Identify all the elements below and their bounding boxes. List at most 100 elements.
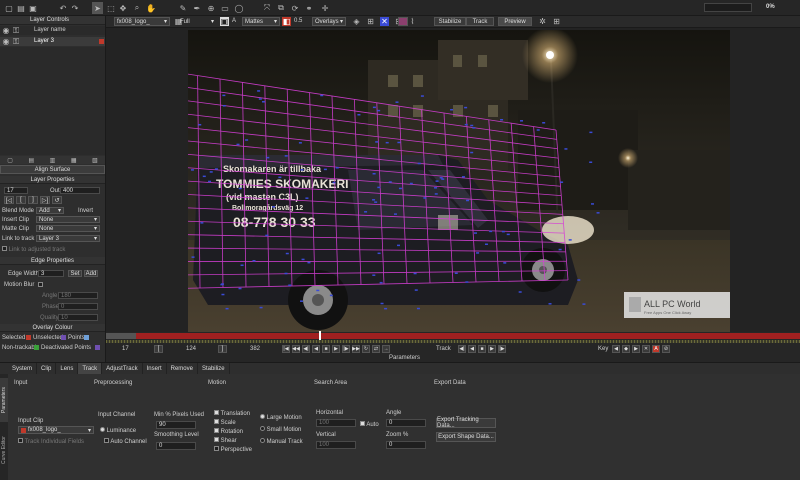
motion-blur-check[interactable] — [38, 282, 43, 287]
zoom-dropdown[interactable]: Full ▾ — [178, 17, 216, 26]
group-layer-icon[interactable]: ▥ — [42, 156, 62, 164]
spline-toggle-icon[interactable]: ⌇ — [408, 17, 417, 26]
set-in-icon[interactable]: [◁ — [4, 196, 14, 204]
tab-insert[interactable]: Insert — [143, 363, 167, 374]
set-out-icon[interactable]: ▷] — [40, 196, 50, 204]
small-motion-option[interactable]: Small Motion — [260, 426, 301, 433]
bounce-icon[interactable]: ⇄ — [372, 345, 380, 353]
pointer-tool-icon[interactable]: ➤ — [92, 2, 103, 14]
tab-stabilize[interactable]: Stabilize — [198, 363, 230, 374]
manual-track-option[interactable]: Manual Track — [260, 438, 303, 445]
delete-keyframe-icon[interactable]: ✕ — [642, 345, 650, 353]
layer-color-swatch[interactable] — [99, 39, 104, 44]
zoom-tool-icon[interactable]: ⌕ — [132, 3, 142, 13]
large-motion-radio[interactable] — [260, 414, 265, 419]
pan-tool-icon[interactable]: ✋ — [146, 3, 156, 13]
shear-option[interactable]: Shear — [214, 437, 237, 444]
track-individual-check[interactable] — [18, 438, 23, 443]
layer-row[interactable]: ◉ ⚿ Layer 3 — [0, 37, 105, 46]
deactivated-swatch[interactable] — [95, 345, 100, 350]
min-pixels-field[interactable]: 90 — [156, 421, 196, 429]
blur-phase-field[interactable]: 0 — [58, 303, 98, 310]
merge-layer-icon[interactable]: ▦ — [64, 156, 84, 164]
in-point-field[interactable]: 17 — [4, 187, 28, 194]
track-individual-checkbox[interactable]: Track Individual Fields — [18, 438, 84, 445]
current-frame[interactable]: 124 — [186, 346, 196, 352]
zoom-field[interactable]: 0 — [386, 441, 426, 449]
unselected-swatch[interactable] — [61, 335, 66, 340]
translation-option[interactable]: Translation — [214, 410, 250, 417]
small-motion-radio[interactable] — [260, 426, 265, 431]
edge-width-field[interactable]: 3 — [38, 270, 64, 277]
link-adjusted-check[interactable] — [2, 246, 7, 251]
go-start-icon[interactable]: |◀ — [282, 345, 290, 353]
stop-icon[interactable]: ■ — [322, 345, 330, 353]
tab-curve-editor[interactable]: Curve Editor — [0, 426, 8, 474]
settings-grid-icon[interactable]: ⊞ — [552, 17, 561, 26]
open-icon[interactable]: ▤ — [16, 3, 26, 13]
rectangle-tool-icon[interactable]: ▭ — [220, 3, 230, 13]
duplicate-layer-icon[interactable]: ▤ — [21, 156, 41, 164]
add-point-icon[interactable]: ⊕ — [206, 3, 216, 13]
grid-toggle-icon[interactable]: ⊞ — [366, 17, 375, 26]
timeline-track[interactable] — [106, 331, 800, 341]
scale-option[interactable]: Scale — [214, 419, 236, 426]
luminance-option[interactable]: Luminance — [100, 427, 136, 434]
tab-track[interactable]: Track — [78, 363, 103, 374]
go-out-icon[interactable]: ] — [28, 196, 38, 204]
overlay-toggle-icon[interactable]: ◈ — [352, 17, 361, 26]
shear-check[interactable] — [214, 437, 219, 442]
insert-clip-dropdown[interactable]: None ▾ — [36, 216, 100, 223]
tab-adjusttrack[interactable]: AdjustTrack — [102, 363, 143, 374]
stabilize-button[interactable]: Stabilize — [434, 17, 466, 26]
move-tool-icon[interactable]: ✥ — [118, 3, 128, 13]
redo-icon[interactable]: ↷ — [70, 3, 80, 13]
link-track-dropdown[interactable]: Layer 3 ▾ — [36, 235, 100, 242]
out-point-field[interactable]: 400 — [60, 187, 100, 194]
go-in-icon[interactable]: [ — [16, 196, 26, 204]
link-adjusted-checkbox[interactable]: Link to adjusted track — [2, 246, 65, 253]
prev-key-icon[interactable]: ◀◀ — [292, 345, 300, 353]
lock-icon[interactable]: ⚿ — [12, 37, 20, 46]
rotate-tool-icon[interactable]: ⟳ — [290, 3, 300, 13]
next-key-icon[interactable]: ▶▶ — [352, 345, 360, 353]
delete-layer-icon[interactable]: ▧ — [85, 156, 105, 164]
end-frame[interactable]: 382 — [250, 346, 260, 352]
add-button[interactable]: Add — [84, 270, 98, 277]
manual-track-radio[interactable] — [260, 438, 265, 443]
tab-parameters[interactable]: Parameters — [0, 378, 8, 422]
play-back-icon[interactable]: ◀ — [312, 345, 320, 353]
matte-color-icon[interactable]: ◧ — [282, 17, 291, 26]
preview-button[interactable]: Preview — [498, 17, 532, 26]
scale-check[interactable] — [214, 419, 219, 424]
track-button[interactable]: Track — [466, 17, 494, 26]
surface-tool-icon[interactable]: ⧉ — [276, 3, 286, 13]
blend-mode-dropdown[interactable]: Add ▾ — [36, 207, 64, 214]
horizontal-field[interactable]: 100 — [316, 419, 356, 427]
overlays-dropdown[interactable]: Overlays ▾ — [312, 17, 346, 26]
invert-label[interactable]: Invert — [78, 208, 93, 214]
tab-remove[interactable]: Remove — [167, 363, 198, 374]
rotation-check[interactable] — [214, 428, 219, 433]
align-surface-button[interactable]: Align Surface — [0, 165, 105, 174]
auto-channel-option[interactable]: Auto Channel — [104, 438, 147, 445]
loop-icon[interactable]: ↻ — [362, 345, 370, 353]
auto-channel-check[interactable] — [104, 438, 109, 443]
footage-svg[interactable]: Skomakaren är tillbaka TOMMIES SKOMAKERI… — [188, 30, 730, 332]
start-frame[interactable]: 17 — [122, 346, 129, 352]
matte-clip-dropdown[interactable]: None ▾ — [36, 225, 100, 232]
perspective-check[interactable] — [214, 446, 219, 451]
layer-name[interactable]: Layer 3 — [34, 38, 54, 44]
tab-system[interactable]: System — [8, 363, 38, 374]
blur-angle-field[interactable]: 180 — [58, 292, 98, 299]
selected-swatch[interactable] — [26, 335, 31, 340]
track-step-icon[interactable]: |▶ — [498, 345, 506, 353]
file-icon[interactable]: ▢ — [4, 3, 14, 13]
layer-list-area[interactable] — [0, 47, 105, 155]
center-icon[interactable]: ✛ — [320, 3, 330, 13]
keyframe-ruler[interactable] — [106, 340, 800, 343]
link-tool-icon[interactable]: ⚭ — [304, 3, 314, 13]
play-icon[interactable]: ▶ — [332, 345, 340, 353]
xspline-tool-icon[interactable]: ✎ — [178, 3, 188, 13]
track-forward-icon[interactable]: ▶ — [488, 345, 496, 353]
